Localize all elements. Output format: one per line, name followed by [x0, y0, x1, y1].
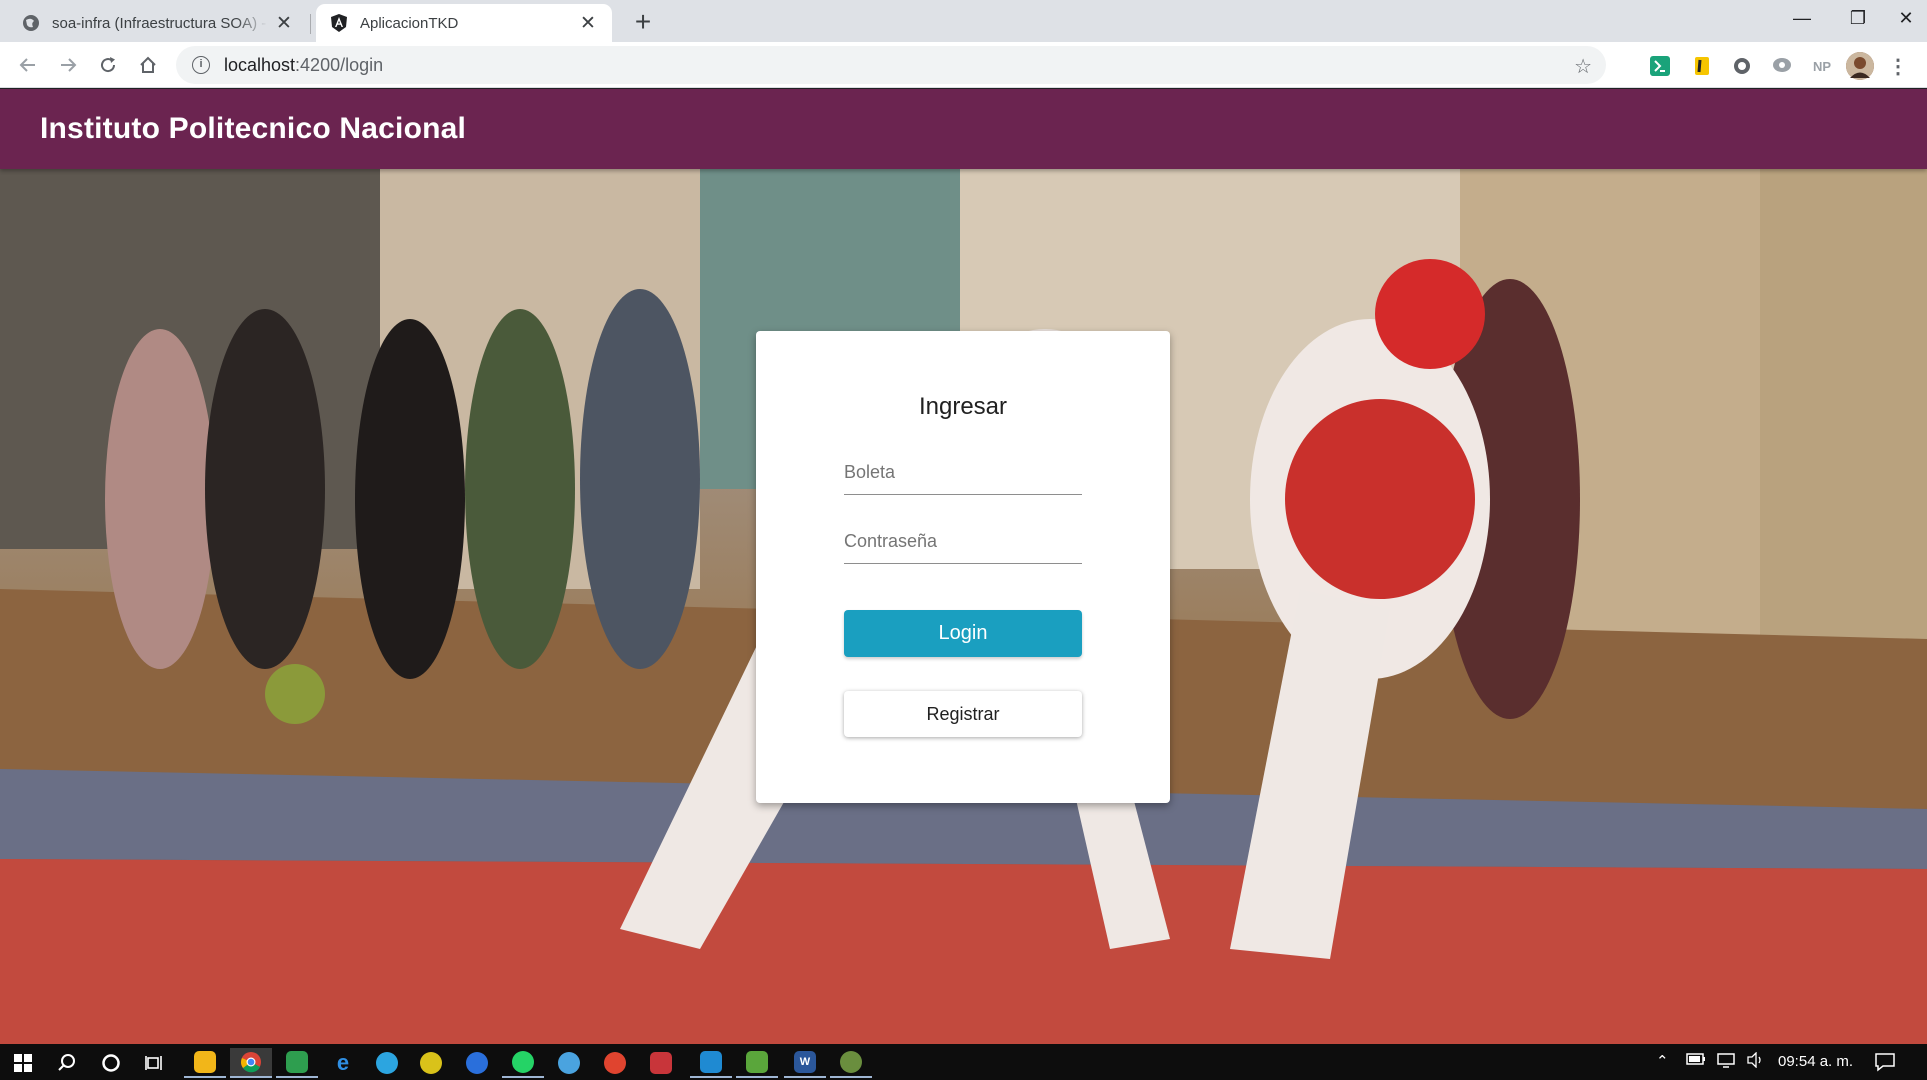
taskbar-clock[interactable]: 09:54 a. m.	[1778, 1053, 1853, 1070]
login-heading: Ingresar	[918, 393, 1008, 420]
file-explorer-icon[interactable]	[184, 1048, 226, 1078]
close-tab-icon[interactable]: ✕	[578, 12, 598, 35]
profile-avatar[interactable]	[1846, 52, 1874, 80]
tab-title: AplicacionTKD	[360, 14, 459, 32]
arrow-left-icon	[19, 58, 35, 72]
app-icon[interactable]	[594, 1048, 636, 1078]
home-icon	[140, 56, 156, 73]
reload-icon	[101, 57, 116, 73]
extension-icon[interactable]	[1690, 54, 1714, 78]
chrome-icon[interactable]	[230, 1048, 272, 1078]
app-icon[interactable]	[830, 1048, 872, 1078]
close-window-button[interactable]: ✕	[1886, 0, 1926, 36]
password-input[interactable]	[844, 508, 1082, 564]
edge-icon[interactable]: e	[322, 1048, 364, 1078]
network-icon[interactable]	[1716, 1052, 1736, 1072]
close-tab-icon[interactable]: ✕	[274, 12, 294, 35]
new-tab-button[interactable]: +	[628, 8, 658, 38]
extension-icon[interactable]	[1648, 54, 1672, 78]
app-title: Instituto Politecnico Nacional	[40, 112, 467, 145]
word-icon[interactable]: W	[784, 1048, 826, 1078]
boleta-input[interactable]	[844, 439, 1082, 495]
tab-aplicaciontkd[interactable]: AplicacionTKD ✕	[316, 4, 612, 42]
password-field	[844, 508, 1082, 564]
app-icon[interactable]	[276, 1048, 318, 1078]
app-icon[interactable]	[736, 1048, 778, 1078]
cortana-icon[interactable]	[90, 1048, 132, 1078]
telegram-icon[interactable]	[366, 1048, 408, 1078]
extension-icon[interactable]	[1730, 54, 1754, 78]
chevron-up-icon[interactable]: ⌃	[1656, 1052, 1669, 1070]
web-page: Instituto Politecnico Nacional Ingresar …	[0, 89, 1927, 1044]
info-icon[interactable]: i	[192, 56, 210, 74]
windows-taskbar: e W ⌃ 09:54 a. m.	[0, 1044, 1927, 1080]
app-icon[interactable]	[410, 1048, 452, 1078]
menu-kebab-icon[interactable]: ⋮	[1886, 54, 1910, 78]
login-card: Ingresar Login Registrar	[756, 331, 1170, 803]
boleta-field	[844, 439, 1082, 495]
app-icon[interactable]	[548, 1048, 590, 1078]
app-icon[interactable]	[640, 1048, 682, 1078]
angular-icon	[330, 14, 348, 32]
battery-icon[interactable]	[1686, 1052, 1706, 1070]
restore-button[interactable]: ❐	[1830, 0, 1886, 36]
app-header: Instituto Politecnico Nacional	[0, 89, 1927, 169]
url-text: localhost:4200/login	[224, 54, 384, 75]
globe-icon	[22, 14, 40, 32]
register-button[interactable]: Registrar	[844, 691, 1082, 737]
browser-tab-strip: soa-infra (Infraestructura SOA) - Oracle…	[0, 0, 1927, 42]
back-button[interactable]	[12, 49, 44, 81]
tab-title: soa-infra (Infraestructura SOA) - Oracle	[52, 14, 268, 32]
notifications-icon[interactable]	[1874, 1052, 1896, 1076]
home-button[interactable]	[132, 49, 164, 81]
reload-button[interactable]	[92, 49, 124, 81]
vscode-icon[interactable]	[690, 1048, 732, 1078]
bookmark-star-icon[interactable]: ☆	[1574, 54, 1592, 79]
whatsapp-icon[interactable]	[502, 1048, 544, 1078]
extension-icon[interactable]	[1770, 54, 1794, 78]
tab-divider	[310, 14, 311, 34]
maps-icon[interactable]	[456, 1048, 498, 1078]
address-bar[interactable]: i localhost:4200/login ☆	[176, 46, 1606, 84]
forward-button[interactable]	[52, 49, 84, 81]
windows-start-icon[interactable]	[2, 1048, 44, 1078]
tab-soa-infra[interactable]: soa-infra (Infraestructura SOA) - Oracle…	[8, 4, 308, 42]
browser-toolbar: i localhost:4200/login ☆ NP ⋮	[0, 42, 1927, 88]
volume-icon[interactable]	[1746, 1051, 1766, 1072]
login-button[interactable]: Login	[844, 610, 1082, 657]
search-icon[interactable]	[46, 1048, 88, 1078]
minimize-button[interactable]: —	[1774, 0, 1830, 36]
task-view-icon[interactable]	[134, 1048, 176, 1078]
np-extension-icon[interactable]: NP	[1810, 54, 1834, 78]
arrow-right-icon	[61, 58, 77, 72]
